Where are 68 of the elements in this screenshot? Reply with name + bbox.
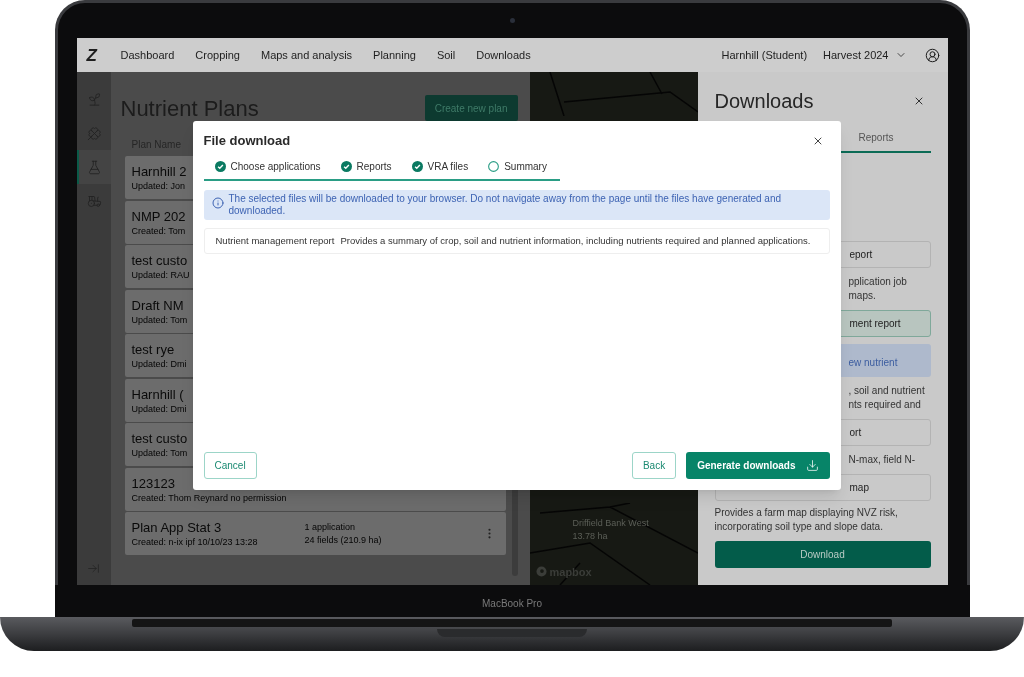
flask-icon [87, 159, 102, 175]
plan-meta: Created: Thom Reynard no permission [131, 491, 287, 504]
wizard-step[interactable]: Summary [488, 158, 547, 174]
nav-link[interactable]: Dashboard [120, 46, 175, 64]
plan-name: Draft NM [131, 296, 184, 314]
plan-meta: Updated: Tom [131, 313, 188, 326]
farm-name[interactable]: Harnhill (Student) [721, 46, 808, 64]
laptop-model-label: MacBook Pro [482, 599, 542, 609]
download-button[interactable]: Download [714, 541, 931, 568]
info-icon [211, 196, 224, 209]
wizard-step[interactable]: Choose applications [214, 158, 321, 174]
logo[interactable]: Z [86, 46, 103, 64]
application-count: 1 application [304, 520, 357, 534]
plan-meta: Updated: Jon [131, 180, 186, 192]
plan-meta: Updated: RAU [131, 269, 190, 281]
cancel-button[interactable]: Cancel [203, 452, 257, 479]
season-dropdown[interactable]: Harvest 2024 [823, 46, 907, 64]
plan-name: 123123 [131, 474, 175, 492]
plan-name: Plan App Stat 3 [131, 519, 222, 536]
field-count: 24 fields (210.9 ha) [304, 533, 382, 547]
clover-icon [87, 125, 102, 141]
nav-link[interactable]: Maps and analysis [260, 46, 353, 64]
map-logo-icon [535, 566, 547, 578]
description-fragment: nts required and [848, 398, 922, 412]
step-label: Reports [356, 159, 392, 174]
nav-link[interactable]: Planning [373, 46, 416, 64]
download-icon [805, 459, 819, 472]
info-text: ew nutrient [848, 357, 898, 368]
wizard-step[interactable]: VRA files [411, 158, 469, 174]
sidebar-item[interactable] [76, 150, 111, 184]
back-button[interactable]: Back [631, 452, 677, 479]
plan-name: Harnhill ( [131, 385, 184, 403]
plan-name: Harnhill 2 [131, 163, 187, 180]
report-name: Nutrient management report [215, 233, 336, 248]
nav-link[interactable]: Cropping [195, 46, 240, 64]
plan-meta: Updated: Tom [131, 447, 188, 459]
generate-downloads-button[interactable]: Generate downloads [686, 452, 830, 479]
field-area: 13.78 ha [572, 530, 698, 544]
plan-row[interactable]: Plan App Stat 3 Created: n-ix ipf 10/10/23 13:28 1 application 24 fields (210.9 ha) [124, 512, 506, 555]
plan-name: test custo [131, 430, 188, 447]
tractor-icon [87, 193, 102, 209]
plan-meta: Created: Tom [131, 224, 186, 237]
field-name: Driffield Bank West [572, 516, 650, 530]
step-label: VRA files [427, 159, 469, 174]
report-description: Provides a summary of crop, soil and nutrient information, including nutrients required and planned applications. [340, 233, 811, 248]
camera-icon [509, 18, 515, 23]
description-fragment: N-max, field N- [848, 453, 917, 467]
map-attribution: mapbox [549, 564, 592, 580]
wizard-step[interactable]: Reports [340, 158, 392, 174]
plan-meta: Updated: Dmi [131, 358, 187, 370]
dialog-title: File download [203, 132, 291, 150]
plan-meta: Created: n-ix ipf 10/10/23 13:28 [131, 536, 258, 548]
report-description: Provides a farm map displaying NVZ risk, incorporating soil type and slope data. [714, 506, 899, 534]
panel-title: Downloads [714, 89, 814, 114]
step-label: Choose applications [230, 159, 321, 174]
plan-name: test custo [131, 252, 188, 269]
nav-link[interactable]: Downloads [476, 46, 531, 64]
sprout-icon [87, 91, 102, 107]
nav-link[interactable]: Soil [436, 46, 456, 64]
notice-text: The selected files will be downloaded to your browser. Do not navigate away from the page until the files have generated and downloaded. [228, 192, 783, 217]
plan-name: NMP 202 [131, 207, 186, 225]
step-label: Summary [504, 159, 547, 174]
user-icon[interactable] [924, 47, 940, 63]
plan-meta: Updated: Dmi [131, 402, 187, 415]
description-fragment: , soil and nutrient [848, 384, 926, 398]
description-fragment: pplication job [848, 275, 908, 289]
plan-name: test rye [131, 341, 175, 358]
description-fragment: maps. [848, 289, 877, 303]
